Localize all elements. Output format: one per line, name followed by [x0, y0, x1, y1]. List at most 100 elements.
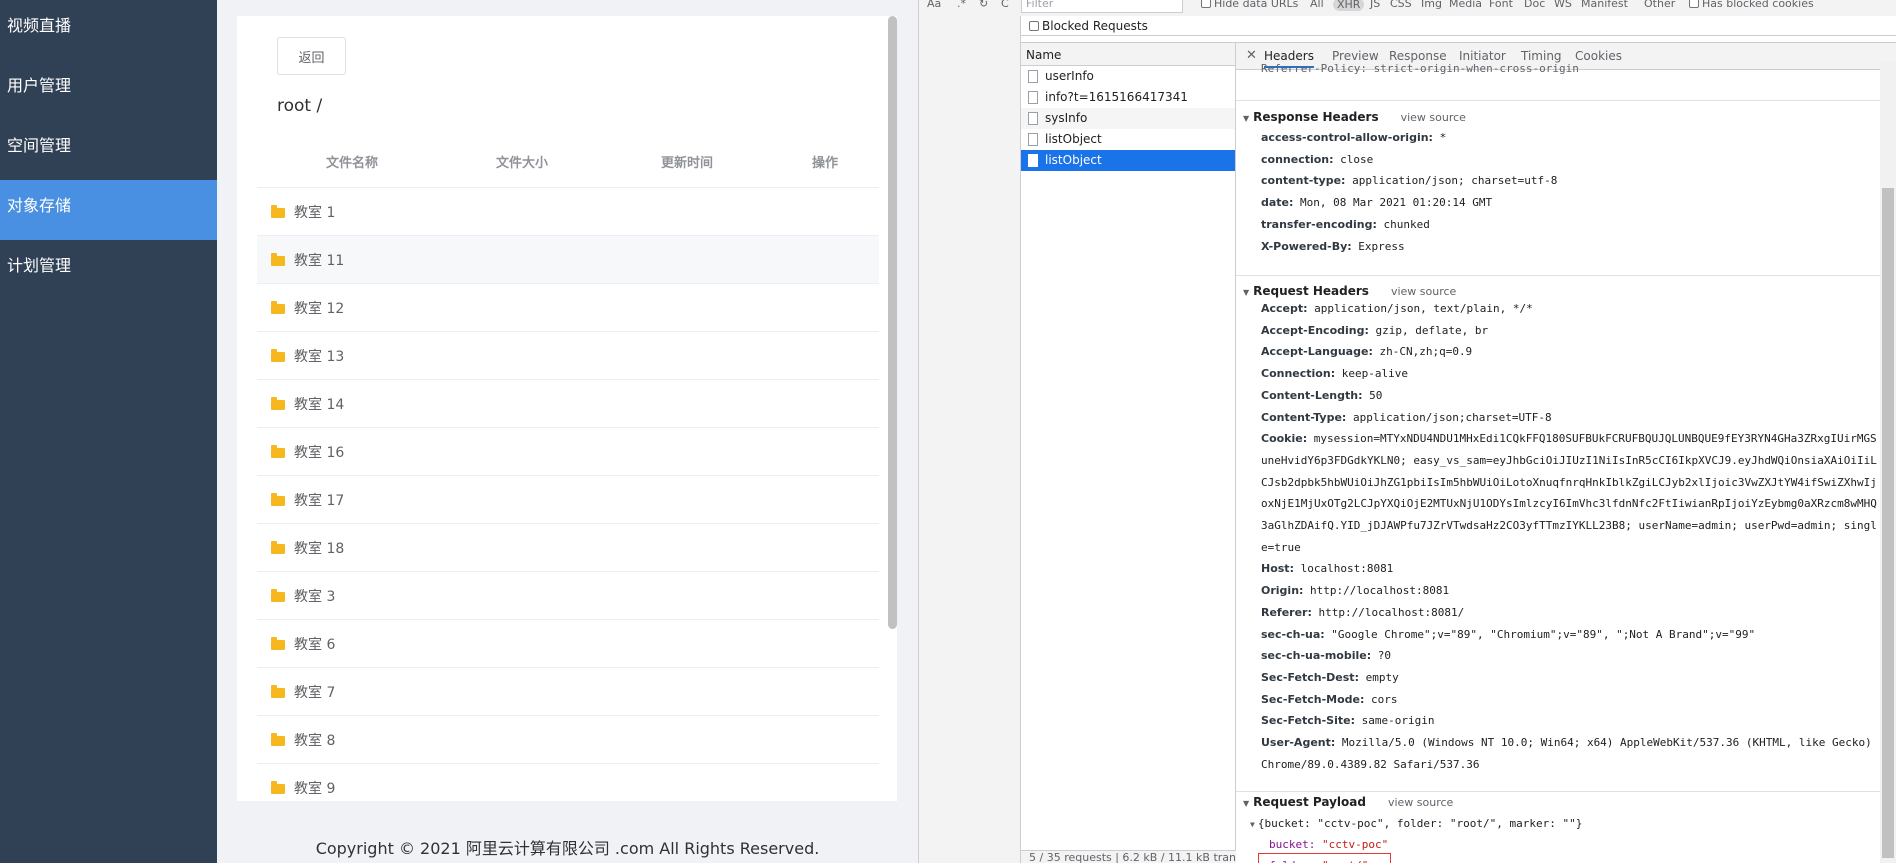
table-row[interactable]: 教室 1 [257, 188, 879, 236]
type-filter-other[interactable]: Other [1644, 0, 1675, 10]
header-row: Referer: http://localhost:8081/ [1261, 602, 1881, 624]
type-filter-js[interactable]: JS [1370, 0, 1380, 10]
header-value: 50 [1369, 388, 1383, 402]
header-key: User-Agent: [1261, 736, 1336, 749]
folder-name[interactable]: 教室 18 [294, 538, 344, 558]
type-filter-ws[interactable]: WS [1554, 0, 1572, 10]
table-row[interactable]: 教室 14 [257, 380, 879, 428]
request-name: info?t=1615166417341 [1045, 90, 1188, 104]
response-headers-title[interactable]: ▼ Response Headers view source [1243, 110, 1466, 124]
table-row[interactable]: 教室 11 [257, 236, 879, 284]
view-source-link[interactable]: view source [1391, 285, 1456, 298]
headers-content: Referrer-Policy: strict-origin-when-cros… [1236, 62, 1896, 863]
sidebar-item-video-live[interactable]: 视频直播 [0, 0, 217, 60]
regex-toggle[interactable]: .* [957, 0, 966, 10]
payload-value: "cctv-poc" [1321, 838, 1389, 851]
request-headers-title[interactable]: ▼ Request Headers view source [1243, 284, 1456, 298]
footer-copyright: Copyright © 2021 阿里云计算有限公司 .com All Righ… [315, 839, 820, 858]
column-header-file-name[interactable]: 文件名称 [307, 140, 397, 188]
folder-name[interactable]: 教室 3 [294, 586, 335, 606]
column-header-file-size[interactable]: 文件大小 [477, 140, 567, 188]
type-filter-manifest[interactable]: Manifest [1581, 0, 1628, 10]
header-key: Sec-Fetch-Site: [1261, 714, 1355, 728]
header-key: Origin: [1261, 584, 1304, 598]
network-status-bar: 5 / 35 requests | 6.2 kB / 11.1 kB tran [1021, 850, 1236, 863]
folder-name[interactable]: 教室 17 [294, 490, 344, 510]
header-value: ?0 [1377, 649, 1391, 663]
table-row[interactable]: 教室 17 [257, 476, 879, 524]
table-row[interactable]: 教室 6 [257, 620, 879, 668]
type-filter-xhr[interactable]: XHR [1333, 0, 1365, 11]
request-row[interactable]: listObject [1021, 150, 1235, 171]
detail-scrollbar-thumb[interactable] [1882, 188, 1894, 858]
page-scrollbar[interactable] [888, 16, 897, 629]
folder-name[interactable]: 教室 11 [294, 250, 344, 270]
request-name: userInfo [1045, 69, 1094, 83]
close-icon[interactable]: ✕ [1246, 48, 1257, 63]
sidebar-item-plan-management[interactable]: 计划管理 [0, 240, 217, 300]
header-key: Content-Type: [1261, 410, 1347, 424]
column-header-updated-time[interactable]: 更新时间 [642, 140, 732, 188]
hide-data-urls-checkbox[interactable]: Hide data URLs [1201, 0, 1298, 10]
type-filter-css[interactable]: CSS [1390, 0, 1412, 10]
folder-icon [271, 732, 285, 746]
folder-icon [271, 444, 285, 458]
section-divider [1236, 275, 1896, 276]
request-row[interactable]: info?t=1615166417341 [1021, 87, 1235, 108]
back-button[interactable]: 返回 [277, 37, 346, 75]
sidebar-item-space-management[interactable]: 空间管理 [0, 120, 217, 180]
payload-field[interactable]: bucket: "cctv-poc" [1269, 838, 1388, 851]
filter-input[interactable]: Filter [1021, 0, 1183, 13]
header-row: transfer-encoding: chunked [1261, 214, 1881, 236]
case-icon[interactable]: C [1001, 0, 1009, 10]
type-filter-all[interactable]: All [1310, 0, 1324, 10]
request-payload-title[interactable]: ▼ Request Payload view source [1243, 795, 1453, 809]
type-filter-media[interactable]: Media [1449, 0, 1482, 10]
request-row[interactable]: sysInfo [1021, 108, 1235, 129]
view-source-link[interactable]: view source [1388, 796, 1453, 809]
folder-name[interactable]: 教室 1 [294, 202, 335, 222]
refresh-icon[interactable]: ↻ [979, 0, 988, 10]
header-key: content-type: [1261, 174, 1346, 188]
header-value: chunked [1383, 217, 1430, 231]
header-row: Content-Length: 50 [1261, 385, 1881, 407]
table-row[interactable]: 教室 13 [257, 332, 879, 380]
table-row[interactable]: 教室 9 [257, 764, 879, 801]
folder-icon [271, 684, 285, 698]
table-row[interactable]: 教室 8 [257, 716, 879, 764]
folder-name[interactable]: 教室 16 [294, 442, 344, 462]
blocked-requests-checkbox[interactable]: Blocked Requests [1021, 16, 1896, 36]
table-row[interactable]: 教室 16 [257, 428, 879, 476]
sidebar-item-object-storage[interactable]: 对象存储 [0, 180, 217, 240]
folder-name[interactable]: 教室 8 [294, 730, 335, 750]
folder-name[interactable]: 教室 7 [294, 682, 335, 702]
header-value: application/json, text/plain, */* [1314, 302, 1533, 315]
table-row[interactable]: 教室 12 [257, 284, 879, 332]
match-case-toggle[interactable]: Aa [927, 0, 941, 10]
table-row[interactable]: 教室 18 [257, 524, 879, 572]
type-filter-doc[interactable]: Doc [1524, 0, 1545, 10]
sidebar-item-user-management[interactable]: 用户管理 [0, 60, 217, 120]
type-filter-img[interactable]: Img [1421, 0, 1442, 10]
table-row[interactable]: 教室 7 [257, 668, 879, 716]
type-filter-font[interactable]: Font [1489, 0, 1513, 10]
view-source-link[interactable]: view source [1401, 111, 1466, 124]
payload-summary[interactable]: ▼ {bucket: "cctv-poc", folder: "root/", m… [1250, 817, 1582, 830]
name-column-header[interactable]: Name [1021, 42, 1235, 66]
has-blocked-cookies-checkbox[interactable]: Has blocked cookies [1689, 0, 1814, 10]
app-sidebar: 视频直播 用户管理 空间管理 对象存储 计划管理 [0, 0, 217, 863]
folder-name[interactable]: 教室 6 [294, 634, 335, 654]
folder-name[interactable]: 教室 12 [294, 298, 344, 318]
request-row[interactable]: userInfo [1021, 66, 1235, 87]
folder-name[interactable]: 教室 14 [294, 394, 344, 414]
header-value: gzip, deflate, br [1375, 323, 1489, 337]
request-row[interactable]: listObject [1021, 129, 1235, 150]
document-icon [1028, 133, 1038, 146]
header-row: X-Powered-By: Express [1261, 236, 1881, 258]
payload-key: bucket: [1269, 838, 1316, 851]
header-key: Accept: [1261, 302, 1308, 315]
document-icon [1028, 70, 1038, 83]
folder-name[interactable]: 教室 13 [294, 346, 344, 366]
table-row[interactable]: 教室 3 [257, 572, 879, 620]
folder-name[interactable]: 教室 9 [294, 778, 335, 798]
